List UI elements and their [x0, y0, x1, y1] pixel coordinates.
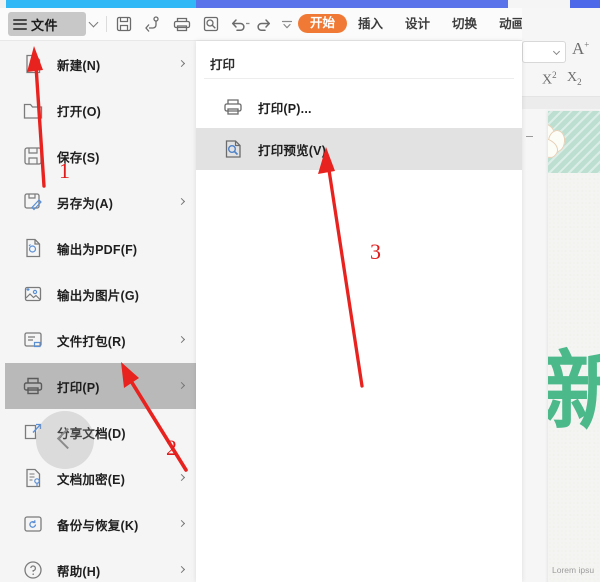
wps-presentation-window: 文件 开始 插入 设计 切换 动画 A+ X2 X2 新 Lorem ipsu …: [0, 0, 600, 582]
text-format-row: X2 X2: [522, 70, 600, 151]
redo-icon[interactable]: [253, 15, 273, 33]
backup-restore-icon: [21, 512, 45, 536]
open-folder-icon: [21, 98, 45, 122]
print-icon[interactable]: [172, 15, 192, 33]
print-preview-icon[interactable]: [201, 15, 221, 33]
file-menu-panel: 新建(N) 打开(O) 保存(S) 另存为(A) 输出为PDF(F) 输出为图片…: [0, 41, 197, 582]
submenu-item-label: 打印(P)...: [258, 101, 312, 116]
window-tab-strip: [0, 0, 600, 8]
hamburger-icon: [13, 18, 27, 30]
annotation-number-3: 3: [370, 239, 381, 264]
separator-dash-icon: [526, 136, 533, 137]
chevron-down-icon[interactable]: [90, 19, 99, 28]
save-icon: [21, 144, 45, 168]
slide-area-toolbar: [522, 97, 600, 109]
save-icon[interactable]: [114, 15, 134, 33]
menu-item-help[interactable]: 帮助(H): [5, 547, 196, 582]
toolbar-divider: [106, 16, 107, 32]
customize-dropdown-icon[interactable]: [280, 15, 294, 33]
tab-start[interactable]: 开始: [298, 14, 348, 33]
new-document-icon: [21, 52, 45, 76]
flower-icon: [548, 120, 570, 162]
submenu-item-print[interactable]: 打印(P)...: [196, 86, 522, 128]
undo-dropdown-icon[interactable]: [244, 15, 252, 33]
package-file-icon: [21, 328, 45, 352]
grow-font-icon[interactable]: A+: [572, 39, 589, 59]
menu-item-save[interactable]: 保存(S): [5, 133, 196, 179]
back-button[interactable]: [36, 411, 94, 469]
slide-body-text: Lorem ipsu: [552, 565, 595, 575]
share-icon[interactable]: [143, 15, 163, 33]
file-menu-button[interactable]: 文件: [8, 12, 86, 36]
chevron-down-icon[interactable]: [554, 49, 560, 55]
export-pdf-icon: [21, 236, 45, 260]
chevron-right-icon: [179, 475, 184, 480]
save-as-icon: [21, 190, 45, 214]
submenu-divider: [204, 78, 514, 79]
menu-item-label: 文档加密(E): [57, 472, 126, 487]
subscript-icon[interactable]: X2: [567, 70, 582, 87]
menu-item-export-pdf[interactable]: 输出为PDF(F): [5, 225, 196, 271]
menu-item-export-image[interactable]: 输出为图片(G): [5, 271, 196, 317]
file-menu-button-label: 文件: [31, 17, 59, 33]
print-icon: [222, 96, 244, 118]
superscript-icon[interactable]: X2: [542, 70, 557, 89]
submenu-title: 打印: [210, 58, 236, 72]
tab-design[interactable]: 设计: [394, 15, 441, 33]
chevron-right-icon: [179, 383, 184, 388]
chevron-right-icon: [179, 521, 184, 526]
tab-transition[interactable]: 切换: [441, 15, 488, 33]
menu-item-label: 新建(N): [57, 58, 101, 73]
menu-item-label: 另存为(A): [57, 196, 114, 211]
tab-strip-segment-cyan[interactable]: [6, 0, 196, 8]
print-preview-icon: [222, 138, 244, 160]
chevron-right-icon: [179, 199, 184, 204]
menu-item-label: 打印(P): [57, 380, 100, 395]
menu-item-label: 备份与恢复(K): [57, 518, 139, 533]
menu-item-package-file[interactable]: 文件打包(R): [5, 317, 196, 363]
submenu-item-print-preview[interactable]: 打印预览(V): [196, 128, 522, 170]
menu-item-label: 帮助(H): [57, 564, 101, 579]
menu-item-print[interactable]: 打印(P): [5, 363, 196, 409]
tab-strip-gap: [508, 0, 570, 8]
menu-item-save-as[interactable]: 另存为(A): [5, 179, 196, 225]
chevron-right-icon: [179, 61, 184, 66]
encrypt-document-icon: [21, 466, 45, 490]
tab-strip-segment-right[interactable]: [570, 0, 600, 8]
annotation-number-1: 1: [59, 158, 70, 183]
menu-item-label: 打开(O): [57, 104, 102, 119]
chevron-right-icon: [179, 337, 184, 342]
menu-item-label: 输出为PDF(F): [57, 242, 138, 257]
editor-background-peek: A+ X2 X2 新 Lorem ipsu: [522, 8, 600, 582]
export-image-icon: [21, 282, 45, 306]
help-icon: [21, 558, 45, 582]
menu-item-label: 输出为图片(G): [57, 288, 140, 303]
submenu-item-label: 打印预览(V): [258, 143, 327, 158]
menu-item-encrypt-document[interactable]: 文档加密(E): [5, 455, 196, 501]
slide-title-text: 新: [548, 342, 600, 442]
tab-insert[interactable]: 插入: [347, 15, 394, 33]
print-icon: [21, 374, 45, 398]
menu-item-backup-restore[interactable]: 备份与恢复(K): [5, 501, 196, 547]
menu-item-open[interactable]: 打开(O): [5, 87, 196, 133]
print-submenu-panel: 打印 打印(P)... 打印预览(V): [196, 41, 522, 582]
menu-item-label: 文件打包(R): [57, 334, 126, 349]
annotation-number-2: 2: [166, 435, 177, 460]
slide-canvas[interactable]: 新 Lorem ipsu: [548, 111, 600, 582]
ribbon-bar: 文件 开始 插入 设计 切换 动画: [0, 8, 600, 41]
chevron-right-icon: [179, 567, 184, 572]
menu-item-new[interactable]: 新建(N): [5, 41, 196, 87]
slide-decor-band: [548, 111, 600, 173]
